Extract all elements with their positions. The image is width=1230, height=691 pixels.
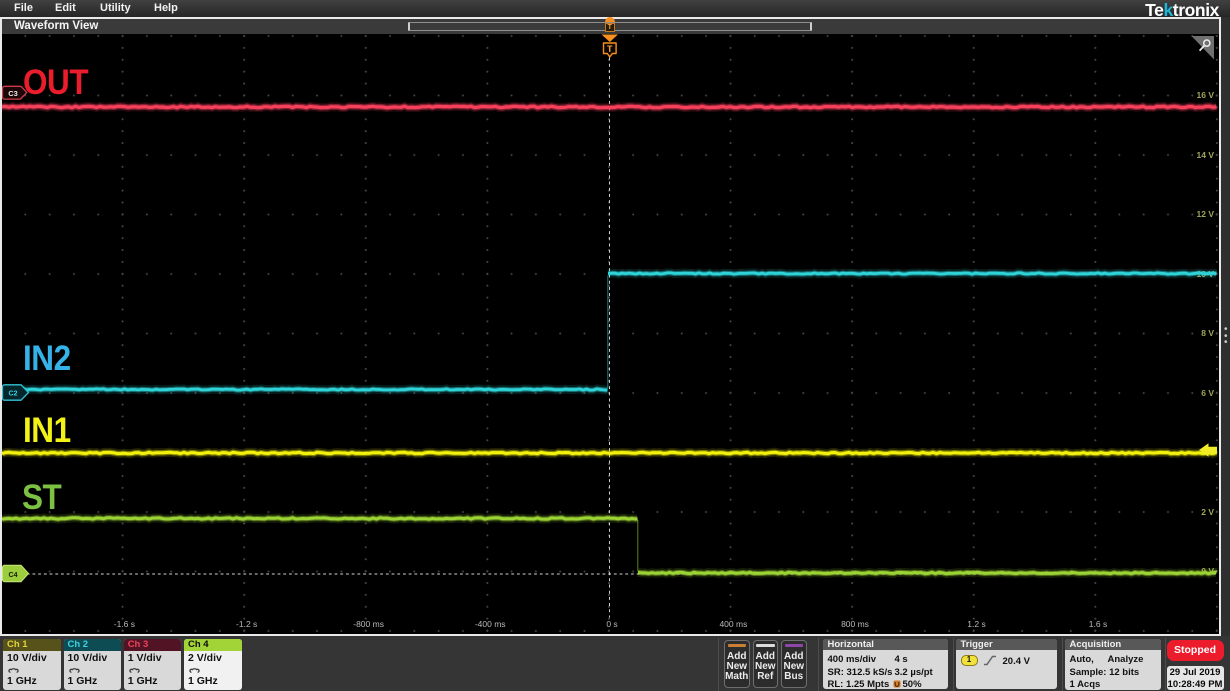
svg-text:C3: C3: [8, 89, 18, 98]
svg-text:C2: C2: [9, 390, 18, 397]
svg-text:T: T: [607, 44, 613, 54]
svg-text:C4: C4: [9, 571, 18, 578]
